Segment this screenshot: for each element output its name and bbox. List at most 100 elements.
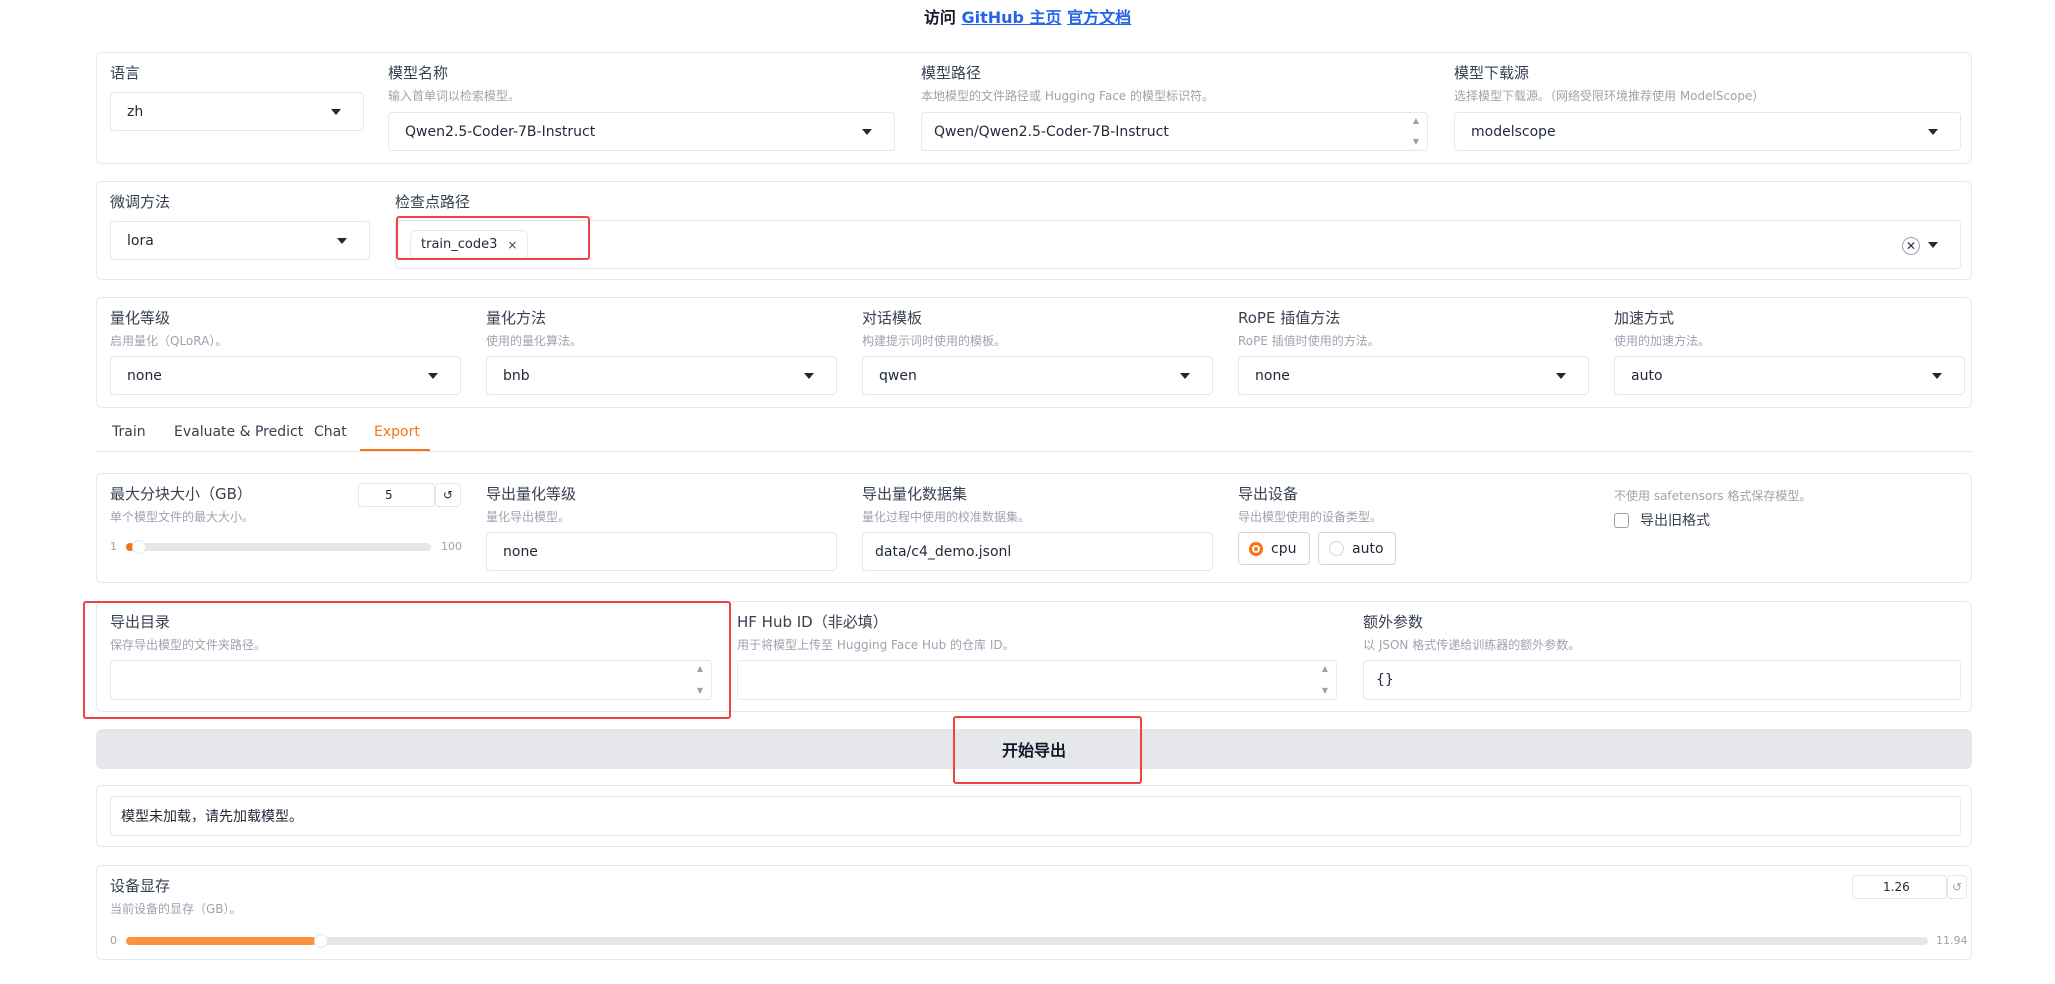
chevron-down-icon — [428, 372, 438, 379]
export-quant-label: 导出量化等级 — [486, 485, 577, 503]
device-desc: 导出模型使用的设备类型。 — [1238, 510, 1383, 524]
quant-bit-label: 量化等级 — [110, 309, 171, 327]
hub-id-desc: 用于将模型上传至 Hugging Face Hub 的仓库 ID。 — [737, 638, 1015, 652]
checkpoint-highlight-box — [396, 216, 590, 260]
memory-slider-thumb — [314, 934, 328, 948]
template-label: 对话模板 — [862, 309, 923, 327]
device-label: 导出设备 — [1238, 485, 1299, 503]
max-shard-reset-button[interactable]: ↺ — [435, 483, 461, 507]
rope-label: RoPE 插值方法 — [1238, 309, 1341, 327]
lang-dropdown[interactable]: zh — [110, 92, 364, 131]
model-path-label: 模型路径 — [921, 64, 982, 82]
export-quant-value: none — [503, 543, 538, 560]
quant-dataset-label: 导出量化数据集 — [862, 485, 968, 503]
clear-icon[interactable]: ✕ — [1902, 237, 1920, 255]
legacy-label[interactable]: 导出旧格式 — [1640, 510, 1710, 530]
template-desc: 构建提示词时使用的模板。 — [862, 334, 1007, 348]
lang-value: zh — [127, 103, 144, 120]
hub-id-input[interactable]: ▲ ▼ — [737, 660, 1337, 700]
tab-export-underline — [360, 449, 430, 451]
legacy-checkbox[interactable] — [1614, 513, 1629, 528]
max-shard-slider-track[interactable] — [126, 540, 431, 554]
quant-dataset-value: data/c4_demo.jsonl — [875, 543, 1012, 560]
scroll-arrows-icon[interactable]: ▲ ▼ — [1320, 665, 1330, 695]
tab-train[interactable]: Train — [112, 424, 146, 440]
output-textbox[interactable]: 模型未加载，请先加载模型。 — [110, 796, 1961, 836]
quant-dataset-desc: 量化过程中使用的校准数据集。 — [862, 510, 1031, 524]
chevron-down-icon — [1928, 241, 1938, 248]
memory-reset-button[interactable]: ↺ — [1947, 875, 1967, 899]
hub-id-label: HF Hub ID（非必填） — [737, 613, 888, 631]
hub-dropdown[interactable]: modelscope — [1454, 112, 1961, 151]
model-path-value: Qwen/Qwen2.5-Coder-7B-Instruct — [934, 123, 1169, 140]
export-quant-dropdown[interactable]: none — [486, 532, 837, 571]
chevron-down-icon — [1932, 372, 1942, 379]
max-shard-number-input[interactable]: 5 — [358, 483, 435, 507]
quant-method-dropdown[interactable]: bnb — [486, 356, 837, 395]
tab-export[interactable]: Export — [374, 424, 420, 440]
export-dir-highlight-box — [83, 601, 731, 719]
hub-label: 模型下载源 — [1454, 64, 1530, 82]
tab-evaluate-predict[interactable]: Evaluate & Predict — [174, 424, 303, 440]
scroll-arrows-icon[interactable]: ▲ ▼ — [1411, 117, 1421, 146]
docs-link[interactable]: 官方文档 — [1067, 8, 1131, 27]
rope-value: none — [1255, 367, 1290, 384]
memory-slider-track — [126, 934, 1928, 948]
model-name-value: Qwen2.5-Coder-7B-Instruct — [405, 123, 596, 140]
memory-label: 设备显存 — [110, 877, 171, 895]
hub-desc: 选择模型下载源。（网络受限环境推荐使用 ModelScope） — [1454, 89, 1765, 103]
header-bar: 访问 GitHub 主页 官方文档 — [0, 4, 2055, 28]
extra-args-value: {} — [1376, 672, 1394, 688]
checkpoint-label: 检查点路径 — [395, 193, 471, 211]
booster-dropdown[interactable]: auto — [1614, 356, 1965, 395]
chevron-down-icon — [1180, 372, 1190, 379]
quant-method-label: 量化方法 — [486, 309, 547, 327]
memory-min: 0 — [110, 934, 117, 947]
device-radio-cpu[interactable]: cpu — [1238, 532, 1310, 565]
tab-strip-divider — [96, 451, 1972, 452]
rope-desc: RoPE 插值时使用的方法。 — [1238, 334, 1380, 348]
template-dropdown[interactable]: qwen — [862, 356, 1213, 395]
quant-dataset-input[interactable]: data/c4_demo.jsonl — [862, 532, 1213, 571]
memory-slider-fill — [126, 937, 316, 945]
chevron-down-icon — [337, 237, 347, 244]
memory-value: 1.26 — [1883, 880, 1910, 894]
model-name-desc: 输入首单词以检索模型。 — [388, 89, 521, 103]
max-shard-value: 5 — [385, 488, 393, 502]
output-text: 模型未加载，请先加载模型。 — [121, 809, 303, 825]
tab-chat[interactable]: Chat — [314, 424, 347, 440]
github-link[interactable]: GitHub 主页 — [961, 8, 1061, 27]
lang-label: 语言 — [110, 64, 141, 82]
max-shard-min: 1 — [110, 540, 117, 553]
quant-bit-dropdown[interactable]: none — [110, 356, 461, 395]
memory-panel — [96, 865, 1972, 960]
chevron-down-icon — [1556, 372, 1566, 379]
model-path-input[interactable]: Qwen/Qwen2.5-Coder-7B-Instruct ▲ ▼ — [921, 112, 1428, 151]
booster-label: 加速方式 — [1614, 309, 1675, 327]
extra-args-input[interactable]: {} — [1363, 660, 1961, 700]
max-shard-label: 最大分块大小（GB） — [110, 485, 252, 503]
rope-dropdown[interactable]: none — [1238, 356, 1589, 395]
chevron-down-icon — [1928, 128, 1938, 135]
finetune-method-label: 微调方法 — [110, 193, 171, 211]
model-path-desc: 本地模型的文件路径或 Hugging Face 的模型标识符。 — [921, 89, 1214, 103]
checkpoint-multiselect[interactable]: train_code3 × ✕ — [395, 220, 1961, 269]
finetune-method-dropdown[interactable]: lora — [110, 221, 370, 260]
device-cpu-label: cpu — [1271, 540, 1297, 557]
finetune-method-value: lora — [127, 232, 154, 249]
quant-method-desc: 使用的量化算法。 — [486, 334, 583, 348]
booster-value: auto — [1631, 367, 1663, 384]
header-prefix: 访问 — [923, 8, 956, 27]
device-auto-label: auto — [1352, 540, 1384, 557]
radio-selected-icon — [1249, 541, 1263, 556]
device-radio-auto[interactable]: auto — [1318, 532, 1396, 565]
quant-method-value: bnb — [503, 367, 530, 384]
template-value: qwen — [879, 367, 917, 384]
export-quant-desc: 量化导出模型。 — [486, 510, 571, 524]
extra-args-label: 额外参数 — [1363, 613, 1424, 631]
legacy-desc: 不使用 safetensors 格式保存模型。 — [1614, 489, 1812, 503]
model-name-dropdown[interactable]: Qwen2.5-Coder-7B-Instruct — [388, 112, 895, 151]
reset-icon: ↺ — [1952, 880, 1963, 894]
max-shard-slider-thumb[interactable] — [132, 540, 146, 554]
start-export-highlight-box — [953, 716, 1142, 784]
